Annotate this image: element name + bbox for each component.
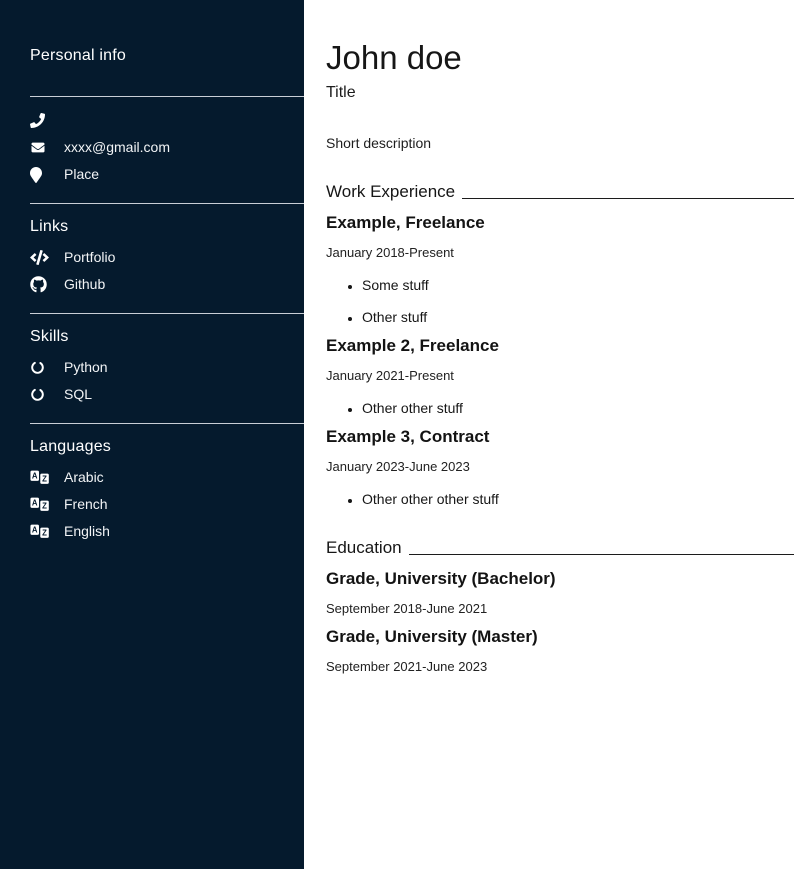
language-label: French [64,491,108,518]
language-icon: AZ [30,470,50,485]
link-row-portfolio[interactable]: Portfolio [30,244,304,271]
education-entry-date: September 2021-June 2023 [326,659,794,674]
code-icon [30,250,50,265]
language-row-french: AZ French [30,491,304,518]
person-title: Title [326,84,794,102]
circle-notch-icon [30,360,50,375]
education-entry-title: Grade, University (Master) [326,627,794,647]
work-entry-bullets: Other other other stuff [326,491,794,507]
bullet-item: Some stuff [362,277,794,293]
work-entry-date: January 2023-June 2023 [326,459,794,474]
sidebar-divider [30,203,304,204]
education-entry: Grade, University (Master) September 202… [326,627,794,674]
section-heading-label: Work Experience [326,182,455,202]
bullet-item: Other other other stuff [362,491,794,507]
phone-icon [30,113,50,128]
language-label: English [64,518,110,545]
work-entry: Example 3, Contract January 2023-June 20… [326,427,794,507]
education-entry-title: Grade, University (Bachelor) [326,569,794,589]
education-entry: Grade, University (Bachelor) September 2… [326,569,794,616]
section-heading-label: Education [326,538,402,558]
links-rows: Portfolio Github [30,244,304,298]
person-name: John doe [326,40,794,76]
work-entry-title: Example 3, Contract [326,427,794,447]
section-heading-work-experience: Work Experience [326,182,794,202]
skill-label: Python [64,354,108,381]
work-entry-bullets: Other other stuff [326,400,794,416]
link-row-github[interactable]: Github [30,271,304,298]
circle-notch-icon [30,387,50,402]
sidebar-divider [30,96,304,97]
work-entry-bullets: Some stuff Other stuff [326,277,794,325]
language-icon: AZ [30,497,50,512]
sidebar: Personal info xxxx@gmail.com Place Links [0,0,304,869]
github-icon [30,276,50,293]
svg-text:A: A [32,472,38,481]
section-heading-rule [462,198,794,199]
github-link-label: Github [64,271,105,298]
map-marker-icon [30,167,50,183]
language-icon: AZ [30,524,50,539]
work-entry-title: Example, Freelance [326,213,794,233]
sidebar-section-title-links: Links [30,218,304,236]
work-entry-date: January 2021-Present [326,368,794,383]
skill-label: SQL [64,381,92,408]
contact-row-place: Place [30,161,304,188]
work-entry-date: January 2018-Present [326,245,794,260]
svg-text:A: A [32,526,38,535]
section-heading-rule [409,554,794,555]
email-label: xxxx@gmail.com [64,134,170,161]
sidebar-divider [30,423,304,424]
svg-text:Z: Z [42,475,47,484]
sidebar-section-title-languages: Languages [30,438,304,456]
language-row-arabic: AZ Arabic [30,464,304,491]
contact-row-phone [30,107,304,134]
portfolio-link-label: Portfolio [64,244,115,271]
resume-main: John doe Title Short description Work Ex… [326,0,794,674]
sidebar-divider [30,313,304,314]
contact-row-email[interactable]: xxxx@gmail.com [30,134,304,161]
short-description: Short description [326,135,794,151]
svg-text:Z: Z [42,502,47,511]
bullet-item: Other stuff [362,309,794,325]
place-label: Place [64,161,99,188]
skill-row-python: Python [30,354,304,381]
personal-info-rows: xxxx@gmail.com Place [30,107,304,188]
language-label: Arabic [64,464,104,491]
skill-row-sql: SQL [30,381,304,408]
envelope-icon [30,141,50,154]
section-heading-education: Education [326,538,794,558]
svg-text:Z: Z [42,529,47,538]
sidebar-section-title-skills: Skills [30,328,304,346]
skills-rows: Python SQL [30,354,304,408]
svg-text:A: A [32,499,38,508]
education-entry-date: September 2018-June 2021 [326,601,794,616]
work-entry: Example, Freelance January 2018-Present … [326,213,794,325]
language-row-english: AZ English [30,518,304,545]
sidebar-section-title-personal-info: Personal info [30,47,304,65]
work-entry: Example 2, Freelance January 2021-Presen… [326,336,794,416]
work-entry-title: Example 2, Freelance [326,336,794,356]
bullet-item: Other other stuff [362,400,794,416]
languages-rows: AZ Arabic AZ French AZ English [30,464,304,545]
